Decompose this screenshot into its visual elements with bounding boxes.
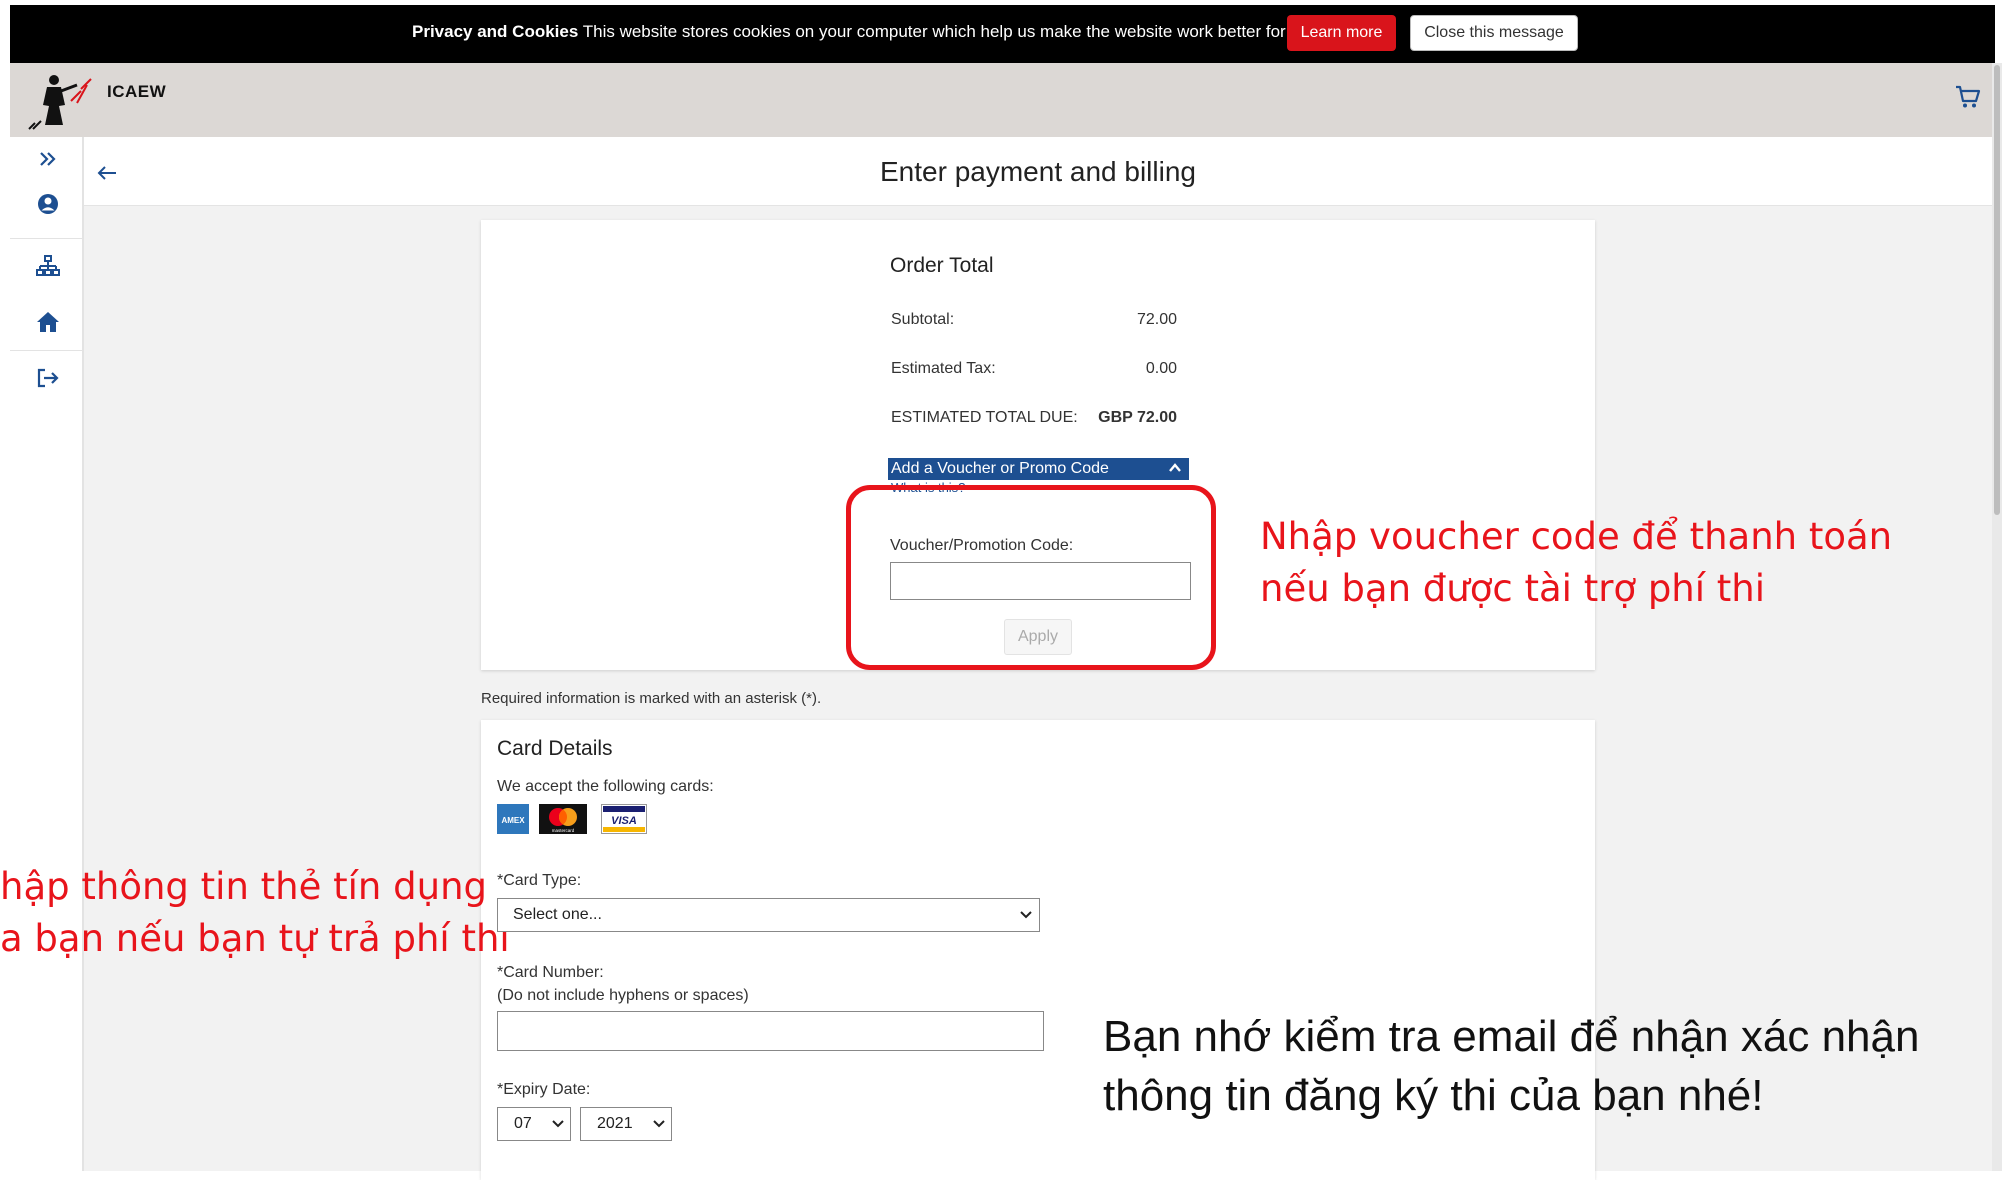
visa-logo-text: VISA [611,815,637,827]
chevron-down-icon [653,1120,665,1128]
user-icon[interactable] [34,190,62,218]
card-type-value: Select one... [513,906,602,923]
required-note: Required information is marked with an a… [481,690,822,707]
icaew-logo-icon[interactable] [25,73,100,130]
voucher-toggle-label: Add a Voucher or Promo Code [891,460,1109,477]
sidebar-divider [10,238,82,239]
logo-text: ICAEW [107,82,167,101]
card-number-hint: (Do not include hyphens or spaces) [497,987,749,1004]
card-number-input[interactable] [497,1011,1044,1051]
card-number-label: *Card Number: [497,964,604,981]
cookie-body: This website stores cookies on your comp… [582,22,1323,41]
cookie-title: Privacy and Cookies [412,22,579,41]
learn-more-button[interactable]: Learn more [1287,15,1396,51]
card-details-title: Card Details [497,737,613,760]
sitemap-icon[interactable] [34,252,62,280]
chevron-up-icon [1169,463,1181,472]
expiry-month-select[interactable]: 07 [497,1107,571,1141]
home-icon[interactable] [34,308,62,336]
chevron-down-icon [1020,911,1032,919]
voucher-annotation-line2: nếu bạn được tài trợ phí thi [1260,567,1766,610]
expiry-month-value: 07 [514,1115,532,1132]
highlight-box [846,485,1216,670]
site-header [10,63,1995,137]
email-annotation-line1: Bạn nhớ kiểm tra email để nhận xác nhận [1103,1012,1920,1061]
total-due-value: GBP 72.00 [1098,409,1177,426]
tax-value: 0.00 [1145,360,1177,377]
mastercard-logo-icon: mastercard [539,804,587,834]
email-annotation-line2: thông tin đăng ký thi của bạn nhé! [1103,1071,1764,1120]
card-type-label: *Card Type: [497,872,582,889]
accepted-cards-label: We accept the following cards: [497,778,714,795]
expiry-date-label: *Expiry Date: [497,1081,591,1098]
subtotal-value: 72.00 [1136,311,1177,328]
voucher-annotation-line1: Nhập voucher code để thanh toán [1260,515,1893,558]
tax-label: Estimated Tax: [891,360,996,377]
sign-out-icon[interactable] [34,364,62,392]
expiry-year-select[interactable]: 2021 [580,1107,672,1141]
voucher-toggle[interactable]: Add a Voucher or Promo Code [888,458,1189,480]
subtotal-label: Subtotal: [891,311,955,328]
card-annotation-line1: hập thông tin thẻ tín dụng [0,865,488,908]
expand-icon[interactable] [34,145,62,173]
chevron-down-icon [552,1120,564,1128]
visa-logo-icon: VISA [601,804,647,834]
scrollbar-thumb[interactable] [1994,65,2000,515]
order-total-title: Order Total [890,254,994,277]
sidebar [10,137,84,1171]
sidebar-divider [10,350,82,351]
mastercard-logo-text: mastercard [552,828,575,833]
page-title: Enter payment and billing [880,156,1196,187]
close-message-button[interactable]: Close this message [1410,15,1578,51]
expiry-year-value: 2021 [597,1115,633,1132]
cookie-message: Privacy and Cookies This website stores … [412,22,1323,42]
card-annotation-line2: a bạn nếu bạn tự trả phí thi [0,917,510,960]
amex-logo-icon: AMEX [497,804,529,834]
card-type-select[interactable]: Select one... [497,898,1040,932]
shopping-cart-icon[interactable] [1955,85,1981,109]
amex-logo-text: AMEX [501,816,525,825]
